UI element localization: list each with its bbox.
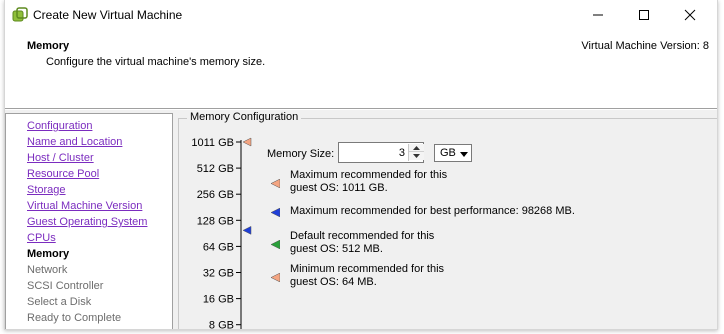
wizard-step-scsi-controller: SCSI Controller: [27, 280, 104, 292]
recommendation-line: Maximum recommended for best performance…: [290, 205, 575, 217]
arrow-down-icon: [413, 154, 420, 158]
unit-select-value: GB: [440, 147, 456, 159]
maximize-button[interactable]: [621, 0, 667, 30]
wizard-step-host-cluster[interactable]: Host / Cluster: [27, 150, 147, 166]
wizard-steps-list: Configuration Name and Location Host / Clu…: [27, 118, 147, 326]
wizard-header: Memory Configure the virtual machine's m…: [5, 30, 717, 108]
recommendation-line: Default recommended for this: [290, 230, 435, 242]
wizard-step-select-a-disk: Select a Disk: [27, 296, 92, 308]
wizard-step-virtual-machine-version[interactable]: Virtual Machine Version: [27, 198, 147, 214]
max-guest-marker-icon: [242, 137, 252, 147]
scale-tick-label: 1011 GB: [191, 137, 234, 149]
min-recommendation-text: Minimum recommended for this guest OS: 64…: [290, 263, 444, 289]
page-title: Memory: [27, 40, 70, 52]
recommendation-line: Minimum recommended for this: [290, 263, 445, 275]
scale-tick-label: 256 GB: [197, 189, 234, 201]
maximize-icon: [639, 10, 649, 20]
memory-scale: 1011 GB 512 GB 256 GB 128 GB 64 GB 32 GB 16 GB…: [191, 137, 252, 330]
vm-version-label: Virtual Machine Version: 8: [581, 40, 709, 52]
scale-tick-label: 128 GB: [197, 215, 234, 227]
wizard-step-memory: Memory: [27, 248, 70, 260]
page-subtitle: Configure the virtual machine's memory s…: [46, 56, 266, 68]
max-performance-marker-icon: [242, 225, 252, 235]
wizard-body: Configuration Name and Location Host / Clu…: [5, 110, 717, 330]
min-legend-icon: [271, 273, 280, 282]
wizard-step-ready-to-complete: Ready to Complete: [27, 312, 122, 324]
wizard-step-configuration[interactable]: Configuration: [27, 118, 147, 134]
recommendation-line: guest OS: 512 MB.: [290, 243, 383, 255]
create-vm-window: Create New Virtual Machine Memory Config…: [4, 0, 718, 330]
chevron-down-icon: [460, 152, 468, 157]
title-bar: Create New Virtual Machine: [5, 0, 717, 30]
scale-tick-label: 64 GB: [203, 241, 234, 253]
default-recommendation-text: Default recommended for this guest OS: 51…: [290, 230, 434, 256]
recommendation-line: guest OS: 1011 GB.: [290, 182, 388, 194]
spin-up-button[interactable]: [409, 144, 424, 152]
max-perf-recommendation-text: Maximum recommended for best performance…: [290, 205, 575, 218]
vsphere-app-icon: [12, 7, 28, 22]
memory-unit-select[interactable]: GB: [434, 144, 472, 162]
wizard-step-resource-pool[interactable]: Resource Pool: [27, 166, 147, 182]
close-icon: [684, 9, 696, 21]
spin-down-button[interactable]: [409, 152, 424, 160]
max-guest-recommendation-text: Maximum recommended for this guest OS: 10…: [290, 169, 447, 195]
wizard-step-network: Network: [27, 264, 68, 276]
wizard-steps-panel: Configuration Name and Location Host / Clu…: [5, 113, 173, 329]
wizard-step-cpus[interactable]: CPUs: [27, 230, 147, 246]
recommendation-line: guest OS: 64 MB.: [290, 276, 377, 288]
close-button[interactable]: [667, 0, 713, 30]
wizard-step-name-and-location[interactable]: Name and Location: [27, 134, 147, 150]
minimize-icon: [593, 14, 603, 16]
wizard-step-guest-operating-system[interactable]: Guest Operating System: [27, 214, 147, 230]
memory-size-label: Memory Size:: [267, 148, 335, 160]
scale-tick-label: 32 GB: [203, 268, 234, 280]
scale-tick-label: 8 GB: [209, 320, 234, 330]
max-guest-legend-icon: [271, 179, 280, 188]
memory-configuration-group: Memory Configuration 1011 GB 512 GB 256 GB…: [178, 111, 717, 330]
memory-size-spinner[interactable]: [408, 144, 424, 161]
minimize-button[interactable]: [575, 0, 621, 30]
arrow-up-icon: [413, 145, 420, 150]
default-legend-icon: [271, 240, 280, 249]
scale-tick-label: 16 GB: [203, 294, 234, 306]
recommendation-line: Maximum recommended for this: [290, 169, 448, 181]
max-perf-legend-icon: [271, 208, 280, 217]
scale-tick-label: 512 GB: [197, 163, 234, 175]
wizard-step-storage[interactable]: Storage: [27, 182, 147, 198]
window-title: Create New Virtual Machine: [33, 8, 183, 22]
